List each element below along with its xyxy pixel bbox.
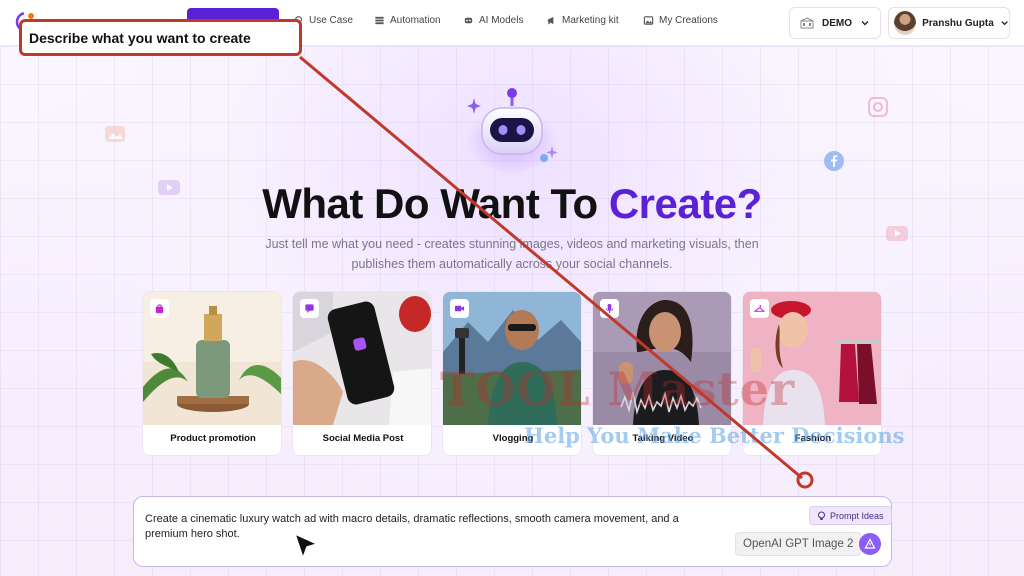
card-badge — [750, 299, 769, 318]
youtube-icon — [886, 226, 908, 241]
building-icon — [800, 17, 814, 29]
page-title: What Do Want To Create? — [0, 180, 1024, 228]
use-case-card-product-promotion[interactable]: Product promotion — [142, 291, 282, 456]
generate-button[interactable] — [859, 533, 881, 555]
video-camera-icon — [454, 305, 465, 312]
facebook-icon — [824, 151, 844, 171]
image-icon — [643, 16, 654, 25]
page-subtitle: Just tell me what you need - creates stu… — [265, 237, 759, 271]
megaphone-icon — [547, 16, 554, 25]
hanger-icon — [754, 304, 765, 312]
card-label: Product promotion — [170, 433, 256, 444]
shopping-bag-icon — [155, 304, 164, 314]
instagram-icon — [868, 97, 888, 117]
nav-label: Use Case — [309, 15, 353, 26]
automation-icon — [375, 16, 384, 25]
nav-label: My Creations — [659, 15, 718, 26]
nav-ai-models[interactable]: AI Models — [463, 15, 523, 26]
microphone-icon — [605, 303, 614, 314]
prompt-input[interactable]: Create a cinematic luxury watch ad with … — [133, 496, 892, 567]
robot-mascot-icon — [466, 88, 558, 172]
nav-marketing-kit[interactable]: Marketing kit — [546, 15, 619, 26]
card-badge — [150, 299, 169, 318]
nav-label: Automation — [390, 15, 441, 26]
prompt-ideas-label: Prompt Ideas — [830, 510, 884, 521]
use-case-card-social-media-post[interactable]: Social Media Post — [292, 291, 432, 456]
card-badge — [600, 299, 619, 318]
chat-icon — [305, 304, 314, 314]
title-accent: Create? — [608, 180, 762, 227]
user-name: Pranshu Gupta — [922, 17, 994, 29]
watermark: TOOL Master — [440, 362, 796, 416]
nav-my-creations[interactable]: My Creations — [643, 15, 718, 26]
card-badge — [450, 299, 469, 318]
prompt-ideas-button[interactable]: Prompt Ideas — [809, 506, 892, 525]
nav-label: Marketing kit — [562, 15, 619, 26]
card-badge — [300, 299, 319, 318]
nav-label: AI Models — [479, 15, 524, 26]
avatar — [894, 11, 917, 35]
prompt-text[interactable]: Create a cinematic luxury watch ad with … — [145, 512, 720, 542]
workspace-name: DEMO — [822, 17, 852, 29]
user-menu[interactable]: Pranshu Gupta — [888, 7, 1010, 39]
model-selector[interactable]: OpenAI GPT Image 2 — [735, 532, 862, 556]
title-main: What Do Want To — [262, 180, 609, 227]
triangle-icon — [864, 538, 876, 549]
workspace-selector[interactable]: DEMO — [789, 7, 881, 39]
chevron-down-icon — [861, 21, 869, 26]
image-icon — [105, 126, 125, 142]
bulb-icon — [818, 511, 825, 520]
nav-automation[interactable]: Automation — [374, 15, 441, 26]
chevron-down-icon — [1001, 21, 1008, 26]
model-name: OpenAI GPT Image 2 — [743, 538, 854, 550]
robot-icon — [464, 17, 473, 24]
watermark-tagline: Help You Make Better Decisions — [524, 423, 905, 448]
annotation-callout: Describe what you want to create — [19, 19, 302, 56]
card-label: Social Media Post — [322, 433, 404, 444]
mouse-pointer-icon — [293, 532, 319, 561]
